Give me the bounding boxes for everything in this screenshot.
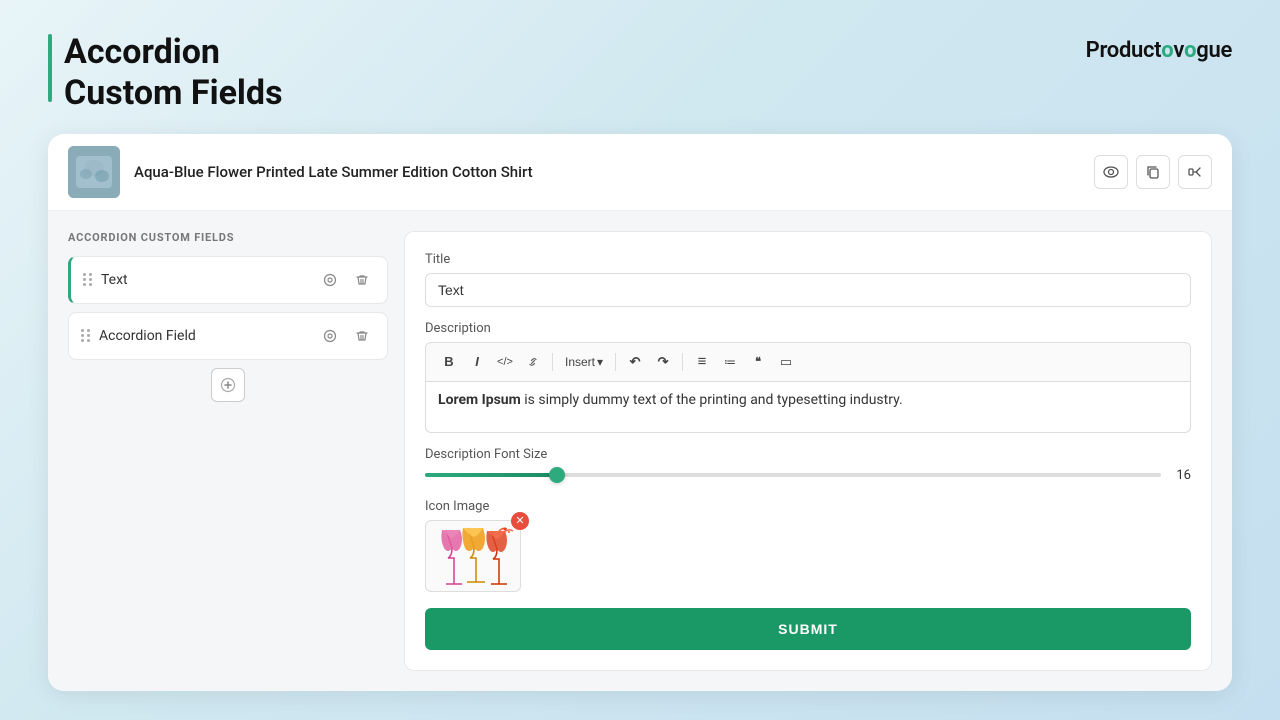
- quote-button[interactable]: ❝: [745, 349, 771, 375]
- toolbar-divider2: [615, 353, 616, 371]
- editor-content[interactable]: Lorem Ipsum is simply dummy text of the …: [425, 381, 1191, 433]
- border-button[interactable]: ▭: [773, 349, 799, 375]
- trash-icon2: [355, 329, 369, 343]
- icon-image-section: Icon Image: [425, 499, 1191, 592]
- toolbar-divider1: [552, 353, 553, 371]
- product-image: [68, 146, 120, 198]
- field-accordion-label: Accordion Field: [99, 328, 196, 344]
- field-text-actions: [317, 267, 375, 293]
- duplicate-button[interactable]: [1136, 155, 1170, 189]
- toolbar-divider3: [682, 353, 683, 371]
- description-label: Description: [425, 321, 1191, 336]
- link-icon: [526, 355, 540, 369]
- font-size-value: 16: [1171, 468, 1191, 483]
- field-accordion-delete[interactable]: [349, 323, 375, 349]
- copy-icon: [1145, 164, 1161, 180]
- logo-o: o: [1161, 38, 1173, 63]
- field-accordion-settings[interactable]: [317, 323, 343, 349]
- field-text-settings[interactable]: [317, 267, 343, 293]
- font-size-slider-row: 16: [425, 468, 1191, 483]
- wine-glasses-image: [428, 524, 518, 588]
- field-item-text[interactable]: Text: [68, 256, 388, 304]
- drag-handle-accordion[interactable]: [81, 329, 91, 342]
- right-panel: Title Description B I </> Insert: [404, 231, 1212, 671]
- editor-toolbar: B I </> Insert ▾ ↶ ↷: [425, 342, 1191, 381]
- page-header: Accordion Custom Fields Productovogue: [0, 0, 1280, 134]
- eye-icon: [1103, 164, 1119, 180]
- slider-thumb[interactable]: [549, 467, 565, 483]
- left-panel: ACCORDION CUSTOM FIELDS Text: [68, 231, 388, 671]
- trash-icon: [355, 273, 369, 287]
- settings-icon: [323, 273, 337, 287]
- logo-o2: o: [1184, 38, 1196, 63]
- drag-handle-text[interactable]: [83, 273, 93, 286]
- add-field-button[interactable]: [211, 368, 245, 402]
- preview-button[interactable]: [1094, 155, 1128, 189]
- link-button[interactable]: [520, 349, 546, 375]
- description-bold: Lorem Ipsum: [438, 392, 521, 408]
- field-item-left2: Accordion Field: [81, 328, 196, 344]
- brand-logo: Productovogue: [1086, 38, 1232, 63]
- undo-button[interactable]: ↶: [622, 349, 648, 375]
- field-item-accordion[interactable]: Accordion Field: [68, 312, 388, 360]
- italic-button[interactable]: I: [464, 349, 490, 375]
- icon-image-box[interactable]: [425, 520, 521, 592]
- title-label: Title: [425, 252, 1191, 267]
- bold-button[interactable]: B: [436, 349, 462, 375]
- main-card: Aqua-Blue Flower Printed Late Summer Edi…: [48, 134, 1232, 691]
- product-name: Aqua-Blue Flower Printed Late Summer Edi…: [134, 163, 533, 181]
- ordered-list-button[interactable]: ≔: [717, 349, 743, 375]
- page-title: Accordion Custom Fields: [64, 32, 283, 114]
- field-text-delete[interactable]: [349, 267, 375, 293]
- header-left: Accordion Custom Fields: [48, 32, 283, 114]
- share-icon: [1187, 164, 1203, 180]
- title-input[interactable]: [425, 273, 1191, 307]
- accent-bar: [48, 34, 52, 102]
- unordered-list-button[interactable]: ≡: [689, 349, 715, 375]
- insert-button[interactable]: Insert ▾: [559, 353, 609, 371]
- icon-image-label: Icon Image: [425, 499, 1191, 514]
- code-button[interactable]: </>: [492, 349, 518, 375]
- slider-fill: [425, 473, 557, 477]
- field-accordion-actions: [317, 323, 375, 349]
- product-bar: Aqua-Blue Flower Printed Late Summer Edi…: [48, 134, 1232, 211]
- content-area: ACCORDION CUSTOM FIELDS Text: [48, 211, 1232, 691]
- field-item-left: Text: [83, 272, 128, 288]
- font-size-slider[interactable]: [425, 473, 1161, 477]
- description-rest: is simply dummy text of the printing and…: [521, 392, 903, 408]
- product-thumbnail-svg: [68, 146, 120, 198]
- field-text-label: Text: [101, 272, 128, 288]
- product-actions: [1094, 155, 1212, 189]
- remove-icon-image-button[interactable]: ✕: [511, 512, 529, 530]
- settings-icon2: [323, 329, 337, 343]
- section-label: ACCORDION CUSTOM FIELDS: [68, 231, 388, 244]
- share-button[interactable]: [1178, 155, 1212, 189]
- submit-button[interactable]: SUBMIT: [425, 608, 1191, 650]
- add-btn-container: [68, 368, 388, 402]
- font-size-label: Description Font Size: [425, 447, 1191, 462]
- product-image-inner: [68, 146, 120, 198]
- add-icon: [220, 377, 236, 393]
- product-info: Aqua-Blue Flower Printed Late Summer Edi…: [68, 146, 533, 198]
- icon-image-wrapper: ✕: [425, 520, 521, 592]
- redo-button[interactable]: ↷: [650, 349, 676, 375]
